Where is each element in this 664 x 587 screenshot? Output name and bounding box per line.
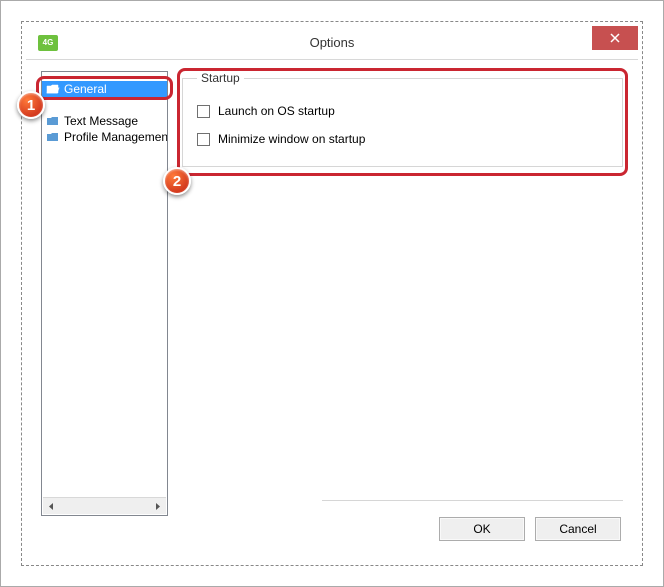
folder-icon: [46, 115, 60, 127]
annotation-badge-2: 2: [163, 167, 191, 195]
checkbox-label: Launch on OS startup: [218, 104, 335, 118]
app-icon: 4G: [38, 35, 58, 51]
window-title: Options: [310, 35, 355, 50]
horizontal-scrollbar[interactable]: [43, 497, 166, 514]
folder-icon: [46, 131, 60, 143]
annotation-badge-1: 1: [17, 91, 45, 119]
content-panel: Startup Launch on OS startup Minimize wi…: [182, 71, 623, 551]
tree-item-text-message[interactable]: Text Message: [42, 113, 167, 129]
scroll-right-button[interactable]: [149, 498, 166, 514]
folder-open-icon: [46, 83, 60, 95]
tree-item-label: Text Message: [64, 114, 138, 128]
tree-item-label: General: [64, 82, 107, 96]
category-tree[interactable]: General Data Connection Opt Text Message: [41, 71, 168, 516]
ok-button[interactable]: OK: [439, 517, 525, 541]
scroll-left-button[interactable]: [43, 498, 60, 514]
dialog-body: General Data Connection Opt Text Message: [41, 71, 623, 551]
close-icon: [610, 33, 620, 43]
chevron-left-icon: [48, 503, 55, 510]
startup-legend: Startup: [197, 71, 244, 85]
cancel-button[interactable]: Cancel: [535, 517, 621, 541]
separator: [322, 500, 623, 501]
button-row: OK Cancel: [439, 517, 621, 541]
close-button[interactable]: [592, 26, 638, 50]
chevron-right-icon: [154, 503, 161, 510]
titlebar: 4G Options: [26, 26, 638, 60]
tree-item-label: Profile Management: [64, 130, 168, 144]
startup-group: Startup Launch on OS startup Minimize wi…: [182, 71, 623, 167]
checkbox-box: [197, 133, 210, 146]
launch-on-startup-checkbox[interactable]: Launch on OS startup: [197, 97, 608, 125]
minimize-on-startup-checkbox[interactable]: Minimize window on startup: [197, 125, 608, 153]
tree-item-general[interactable]: General: [42, 81, 167, 97]
checkbox-label: Minimize window on startup: [218, 132, 365, 146]
checkbox-box: [197, 105, 210, 118]
options-dialog: 4G Options General Data Connection: [0, 0, 664, 587]
tree-item-profile-management[interactable]: Profile Management: [42, 129, 167, 145]
tree-container: General Data Connection Opt Text Message: [41, 71, 168, 551]
